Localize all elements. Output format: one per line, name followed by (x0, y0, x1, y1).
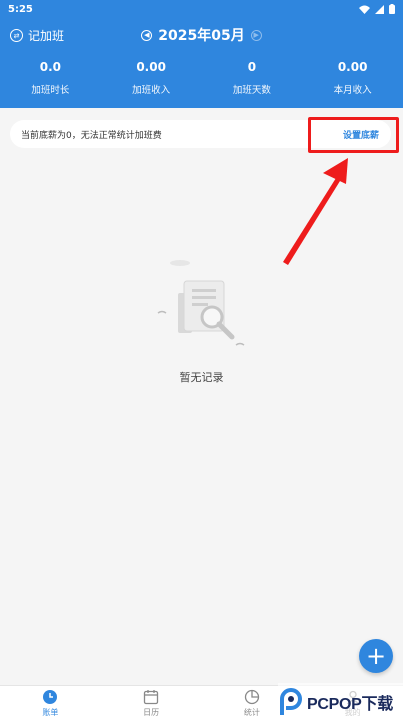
highlight-box (308, 117, 399, 153)
stat-label: 加班天数 (232, 85, 271, 96)
month-selector: ◀ 2025年05月 ▶ (0, 25, 403, 45)
stat-month-income: 0.00 本月收入 (302, 60, 403, 96)
watermark-text: PCPOP下载 (307, 695, 393, 713)
add-record-button[interactable]: + (359, 639, 393, 673)
tab-calendar[interactable]: 日历 (101, 686, 202, 720)
tab-label: 统计 (243, 708, 260, 717)
wifi-icon (359, 5, 370, 14)
calendar-icon (143, 690, 159, 705)
clock-icon (43, 690, 58, 704)
tab-label: 账单 (42, 708, 59, 717)
pcpop-logo-icon (280, 687, 302, 715)
stat-value: 0.0 (39, 60, 61, 74)
stat-label: 加班时长 (31, 85, 70, 96)
prev-month-icon[interactable]: ◀ (141, 29, 153, 41)
empty-state: 暂无记录 (0, 255, 403, 385)
empty-document-icon (157, 260, 244, 346)
plus-icon: + (365, 642, 387, 670)
empty-state-text: 暂无记录 (179, 371, 224, 384)
stat-overtime-hours: 0.0 加班时长 (0, 60, 101, 96)
notice-message: 当前底薪为0，无法正常统计加班费 (21, 130, 162, 141)
stat-overtime-days: 0 加班天数 (202, 60, 303, 96)
header: ⇄ 记加班 ◀ 2025年05月 ▶ 0.0 加班时长 0.00 加班收入 0 … (0, 18, 403, 108)
tab-bills[interactable]: 账单 (0, 686, 101, 720)
battery-icon (389, 4, 395, 14)
stat-value: 0 (247, 60, 257, 74)
status-bar: 5:25 (0, 0, 403, 18)
stat-label: 加班收入 (132, 85, 171, 96)
status-time: 5:25 (8, 3, 33, 15)
watermark: PCPOP下载 (278, 683, 403, 720)
tab-label: 日历 (143, 708, 160, 717)
signal-icon (375, 4, 384, 14)
stat-overtime-income: 0.00 加班收入 (101, 60, 202, 96)
stat-value: 0.00 (136, 60, 166, 74)
month-title: 2025年05月 (158, 28, 245, 44)
pie-chart-icon (244, 689, 260, 705)
stats-row: 0.0 加班时长 0.00 加班收入 0 加班天数 0.00 本月收入 (0, 60, 403, 96)
stat-value: 0.00 (337, 60, 368, 74)
stat-label: 本月收入 (333, 85, 372, 96)
next-month-icon[interactable]: ▶ (250, 29, 262, 41)
